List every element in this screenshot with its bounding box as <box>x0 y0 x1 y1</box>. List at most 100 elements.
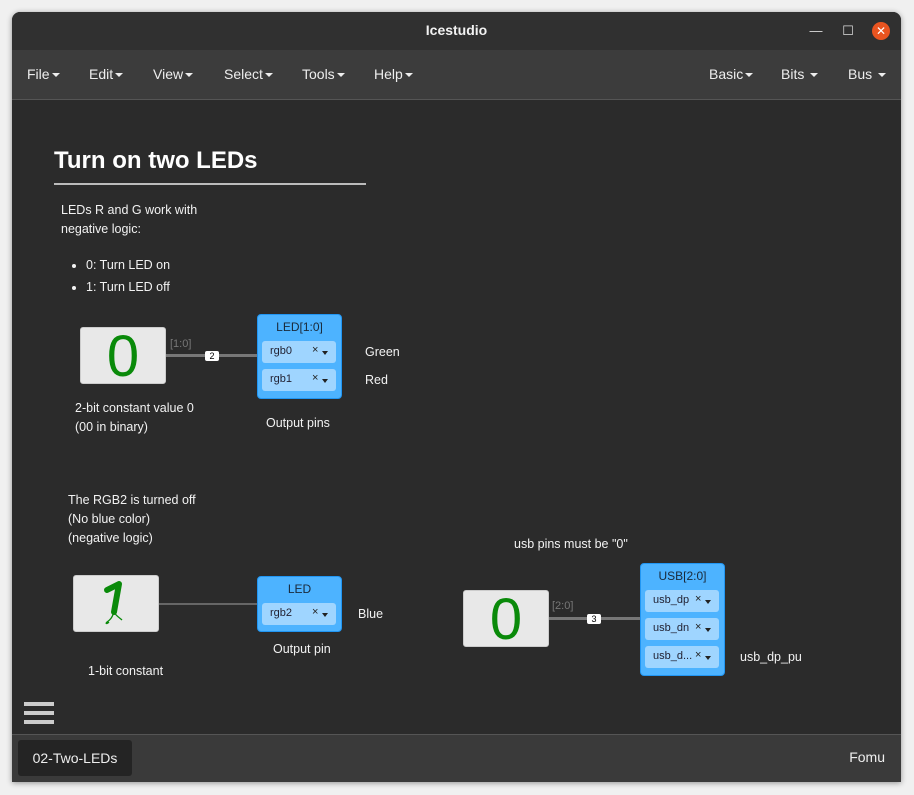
caption-line1: 2-bit constant value 0 <box>75 401 194 415</box>
pin-label-usb-dp-pu: usb_dp_pu <box>740 650 802 664</box>
menu-select-label: Select <box>224 66 263 82</box>
chevron-down-icon <box>115 73 124 78</box>
constant-caption: 2-bit constant value 0 (00 in binary) <box>75 399 194 437</box>
pin-select-usb-dp[interactable]: usb_dp × <box>645 590 719 612</box>
menu-basic-label: Basic <box>709 66 744 82</box>
bus-range-label: [1:0] <box>170 338 192 350</box>
menu-select[interactable]: Select <box>224 66 273 82</box>
output-block-led[interactable]: LED[1:0] rgb0 × rgb1 × <box>257 314 342 399</box>
clear-icon[interactable]: × <box>695 593 701 605</box>
menu-edit[interactable]: Edit <box>89 66 124 82</box>
page-title: Turn on two LEDs <box>54 147 258 174</box>
constant-caption: 1-bit constant <box>88 664 164 678</box>
minimize-icon[interactable]: — <box>807 22 825 40</box>
one-bit-icon <box>104 581 123 625</box>
menu-basic[interactable]: Basic <box>709 66 754 82</box>
pin-name: rgb2 <box>270 607 293 619</box>
clear-icon[interactable]: × <box>695 621 701 633</box>
constant-value: 0 <box>106 324 140 389</box>
pin-name: rgb1 <box>270 373 293 385</box>
close-icon[interactable]: ✕ <box>872 22 890 40</box>
clear-icon[interactable]: × <box>312 372 318 384</box>
list-item: 0: Turn LED on <box>86 254 170 276</box>
hamburger-menu-icon[interactable] <box>24 702 54 728</box>
wire[interactable] <box>159 603 257 605</box>
caption-line2: (00 in binary) <box>75 420 148 434</box>
menu-file[interactable]: File <box>27 66 60 82</box>
note-line3: (negative logic) <box>68 531 153 545</box>
clear-icon[interactable]: × <box>312 344 318 356</box>
block-title: USB[2:0] <box>658 569 707 583</box>
title-bar: Icestudio — ☐ ✕ <box>12 12 901 50</box>
chevron-down-icon <box>810 73 819 78</box>
pin-name: usb_dn <box>653 622 690 634</box>
constant-value: 0 <box>489 587 523 652</box>
menu-file-label: File <box>27 66 50 82</box>
menu-view-label: View <box>153 66 184 82</box>
block-title: LED[1:0] <box>276 320 323 334</box>
menu-bits[interactable]: Bits <box>781 66 819 82</box>
clear-icon[interactable]: × <box>695 649 701 661</box>
output-block-usb[interactable]: USB[2:0] usb_dp × usb_dn × usb_d... × <box>640 563 725 676</box>
pin-select-rgb2[interactable]: rgb2 × <box>262 603 336 625</box>
pin-name: usb_dp <box>653 594 690 606</box>
pin-label-red: Red <box>365 373 388 387</box>
usb-comment[interactable]: usb pins must be "0" <box>514 535 628 554</box>
pin-select-usb-dn[interactable]: usb_dn × <box>645 618 719 640</box>
tab-project[interactable]: 02-Two-LEDs <box>18 740 132 776</box>
intro-line1: LEDs R and G work with <box>61 203 198 217</box>
menu-tools[interactable]: Tools <box>302 66 345 82</box>
pin-select-rgb0[interactable]: rgb0 × <box>262 341 336 363</box>
app-window: Icestudio — ☐ ✕ File Edit View Select To… <box>12 12 901 782</box>
menu-edit-label: Edit <box>89 66 114 82</box>
chevron-down-icon[interactable] <box>322 351 328 355</box>
block-title: LED <box>287 582 312 596</box>
maximize-icon[interactable]: ☐ <box>839 22 857 40</box>
bus-size-badge: 3 <box>587 614 601 624</box>
chevron-down-icon <box>185 73 194 78</box>
design-canvas[interactable]: Turn on two LEDs LEDs R and G work with … <box>12 101 901 734</box>
pin-select-rgb1[interactable]: rgb1 × <box>262 369 336 391</box>
chevron-down-icon[interactable] <box>705 600 711 604</box>
menu-help-label: Help <box>374 66 403 82</box>
window-title: Icestudio <box>425 22 488 38</box>
constant-block-1bit[interactable] <box>73 575 159 632</box>
output-caption: Output pins <box>266 416 330 430</box>
bus-size-badge: 2 <box>205 351 219 361</box>
menu-bar: File Edit View Select Tools Help Basic B… <box>12 50 901 100</box>
menu-help[interactable]: Help <box>374 66 413 82</box>
status-bar: 02-Two-LEDs Fomu <box>12 734 901 782</box>
chevron-down-icon <box>51 73 60 78</box>
clear-icon[interactable]: × <box>312 606 318 618</box>
menu-bus-label: Bus <box>848 66 873 82</box>
board-name[interactable]: Fomu <box>849 749 885 765</box>
constant-block-3bit[interactable]: 0 <box>463 587 549 652</box>
list-item: 1: Turn LED off <box>86 276 170 298</box>
menu-view[interactable]: View <box>153 66 194 82</box>
pin-name: rgb0 <box>270 345 293 357</box>
chevron-down-icon[interactable] <box>705 656 711 660</box>
logic-list: 0: Turn LED on 1: Turn LED off <box>70 254 170 298</box>
rgb2-comment[interactable]: The RGB2 is turned off (No blue color) (… <box>68 491 196 548</box>
pin-label-blue: Blue <box>358 607 384 621</box>
menu-bits-label: Bits <box>781 66 805 82</box>
output-block-led2[interactable]: LED rgb2 × <box>257 576 342 632</box>
chevron-down-icon[interactable] <box>322 613 328 617</box>
chevron-down-icon[interactable] <box>322 379 328 383</box>
pin-select-usb-dp-pu[interactable]: usb_d... × <box>645 646 719 668</box>
chevron-down-icon <box>404 73 413 78</box>
note-line2: (No blue color) <box>68 512 150 526</box>
menu-bus[interactable]: Bus <box>848 66 887 82</box>
chevron-down-icon[interactable] <box>705 628 711 632</box>
constant-block-2bit[interactable]: 0 <box>80 324 166 389</box>
output-caption: Output pin <box>273 642 331 656</box>
note-line1: The RGB2 is turned off <box>68 493 196 507</box>
menu-tools-label: Tools <box>302 66 335 82</box>
intro-line2: negative logic: <box>61 222 141 236</box>
title-divider <box>54 183 366 185</box>
pin-label-green: Green <box>365 345 400 359</box>
chevron-down-icon <box>878 73 887 78</box>
pin-name: usb_d... <box>653 650 693 662</box>
intro-comment[interactable]: LEDs R and G work with negative logic: <box>61 201 197 239</box>
chevron-down-icon <box>336 73 345 78</box>
